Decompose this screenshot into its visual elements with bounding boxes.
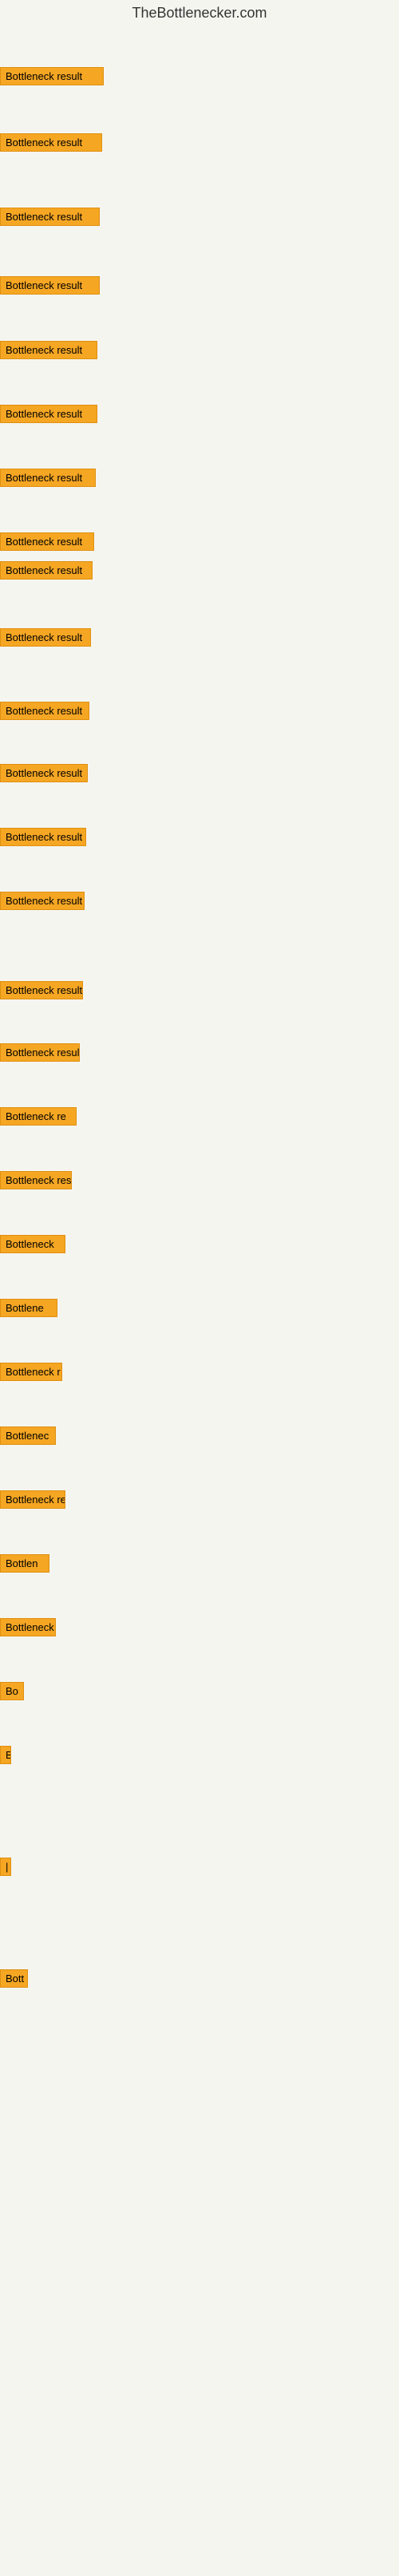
bottleneck-item-22: Bottlenec: [0, 1426, 56, 1449]
bottleneck-label-8: Bottleneck result: [0, 532, 94, 551]
bottleneck-label-14: Bottleneck result: [0, 892, 85, 910]
bottleneck-label-26: Bo: [0, 1682, 24, 1700]
bottleneck-item-21: Bottleneck r: [0, 1363, 62, 1385]
bottleneck-item-4: Bottleneck result: [0, 276, 100, 299]
bottleneck-item-25: Bottleneck: [0, 1618, 56, 1640]
bottleneck-item-15: Bottleneck result: [0, 981, 83, 1003]
bottleneck-item-6: Bottleneck result: [0, 405, 97, 427]
site-title: TheBottlenecker.com: [132, 0, 267, 24]
bottleneck-item-1: Bottleneck result: [0, 67, 104, 89]
bottleneck-label-16: Bottleneck result: [0, 1043, 80, 1062]
bottleneck-item-9: Bottleneck result: [0, 561, 93, 584]
bottleneck-label-9: Bottleneck result: [0, 561, 93, 580]
bottleneck-item-18: Bottleneck resu: [0, 1171, 72, 1193]
bottleneck-item-10: Bottleneck result: [0, 628, 91, 651]
bottleneck-label-29: Bott: [0, 1969, 28, 1988]
bottleneck-item-3: Bottleneck result: [0, 208, 100, 230]
bottleneck-item-23: Bottleneck re: [0, 1490, 65, 1513]
bottleneck-label-23: Bottleneck re: [0, 1490, 65, 1509]
bottleneck-item-8: Bottleneck result: [0, 532, 94, 555]
bottleneck-label-5: Bottleneck result: [0, 341, 97, 359]
bottleneck-label-18: Bottleneck resu: [0, 1171, 72, 1189]
bottleneck-label-13: Bottleneck result: [0, 828, 86, 846]
bottleneck-label-1: Bottleneck result: [0, 67, 104, 85]
bottleneck-label-2: Bottleneck result: [0, 133, 102, 152]
bottleneck-label-24: Bottlen: [0, 1554, 49, 1573]
bottleneck-label-17: Bottleneck re: [0, 1107, 77, 1126]
bottleneck-item-19: Bottleneck: [0, 1235, 65, 1257]
bottleneck-item-11: Bottleneck result: [0, 702, 89, 724]
bottleneck-item-24: Bottlen: [0, 1554, 49, 1577]
bottleneck-label-19: Bottleneck: [0, 1235, 65, 1253]
bottleneck-label-3: Bottleneck result: [0, 208, 100, 226]
bottleneck-label-25: Bottleneck: [0, 1618, 56, 1636]
bottleneck-label-6: Bottleneck result: [0, 405, 97, 423]
bottleneck-label-7: Bottleneck result: [0, 469, 96, 487]
bottleneck-label-4: Bottleneck result: [0, 276, 100, 295]
bottleneck-label-15: Bottleneck result: [0, 981, 83, 999]
bottleneck-item-26: Bo: [0, 1682, 24, 1704]
bottleneck-item-27: B: [0, 1746, 11, 1768]
bottleneck-label-20: Bottlene: [0, 1299, 57, 1317]
bottleneck-label-12: Bottleneck result: [0, 764, 88, 782]
bottleneck-item-20: Bottlene: [0, 1299, 57, 1321]
bottleneck-item-28: |: [0, 1858, 11, 1880]
bottleneck-item-14: Bottleneck result: [0, 892, 85, 914]
bottleneck-item-29: Bott: [0, 1969, 28, 1992]
bottleneck-item-16: Bottleneck result: [0, 1043, 80, 1066]
bottleneck-item-13: Bottleneck result: [0, 828, 86, 850]
bottleneck-label-28: |: [0, 1858, 11, 1876]
bottleneck-item-5: Bottleneck result: [0, 341, 97, 363]
bottleneck-label-10: Bottleneck result: [0, 628, 91, 647]
bottleneck-item-12: Bottleneck result: [0, 764, 88, 786]
bottleneck-label-11: Bottleneck result: [0, 702, 89, 720]
bottleneck-label-22: Bottlenec: [0, 1426, 56, 1445]
bottleneck-item-17: Bottleneck re: [0, 1107, 77, 1130]
bottleneck-label-21: Bottleneck r: [0, 1363, 62, 1381]
site-header: TheBottlenecker.com: [0, 0, 399, 22]
bottleneck-label-27: B: [0, 1746, 11, 1764]
bottleneck-item-2: Bottleneck result: [0, 133, 102, 156]
bottleneck-item-7: Bottleneck result: [0, 469, 96, 491]
